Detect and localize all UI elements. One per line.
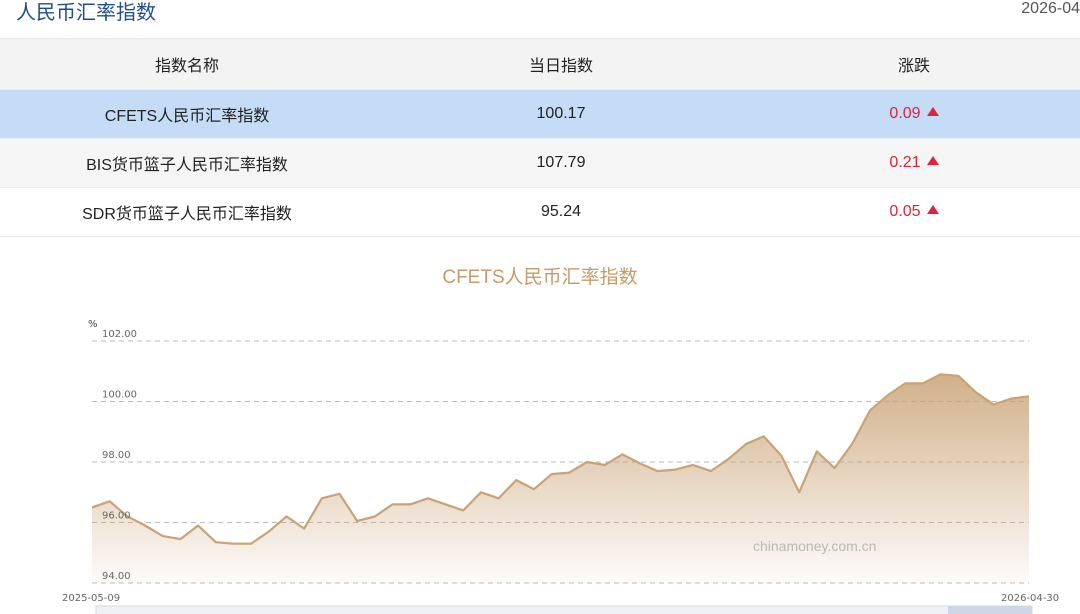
data-point — [109, 500, 111, 502]
data-point — [409, 503, 411, 505]
index-value: 100.17 — [536, 105, 586, 122]
x-end-label: 2026-04-30 — [1001, 593, 1059, 604]
column-header-name: 指数名称 — [154, 58, 219, 75]
data-point — [285, 515, 287, 517]
index-value: 95.24 — [540, 203, 582, 220]
chart-container: CFETS人民币汇率指数 94.00 96.00 98.00 100.00 102.00… — [0, 240, 1080, 614]
up-arrow-icon — [926, 205, 939, 214]
data-point — [551, 473, 553, 475]
data-point — [232, 543, 234, 545]
table-row[interactable]: CFETS人民币汇率指数 100.17 0.09 — [0, 90, 1080, 139]
data-point — [568, 471, 570, 473]
data-point — [922, 382, 924, 384]
data-point — [179, 538, 181, 540]
data-point — [975, 391, 977, 393]
data-point — [992, 403, 994, 405]
y-unit-label: % — [88, 319, 98, 330]
data-point — [462, 509, 464, 511]
zoom-slider-track[interactable] — [95, 605, 1033, 614]
column-header-value: 当日指数 — [528, 58, 593, 75]
page-date: 2026-04 — [1021, 0, 1080, 17]
data-point — [391, 503, 393, 505]
data-point — [674, 468, 676, 470]
table-row[interactable]: SDR货币篮子人民币汇率指数 95.24 0.05 — [0, 188, 1080, 237]
data-point — [497, 497, 499, 499]
change-value: 0.09 — [889, 105, 921, 122]
data-point — [1028, 395, 1030, 397]
data-point — [727, 458, 729, 460]
index-change: 0.21 — [748, 154, 1080, 172]
data-point — [798, 491, 800, 493]
y-tick-label: 102.00 — [102, 329, 137, 340]
data-point — [321, 497, 323, 499]
x-start-label: 2025-05-09 — [62, 593, 120, 604]
data-point — [162, 535, 164, 537]
data-point — [692, 464, 694, 466]
data-point — [338, 493, 340, 495]
table-row[interactable]: BIS货币篮子人民币汇率指数 107.79 0.21 — [0, 139, 1080, 188]
index-change: 0.05 — [748, 203, 1080, 221]
data-point — [833, 467, 835, 469]
data-point — [904, 382, 906, 384]
data-point — [939, 373, 941, 375]
data-point — [444, 503, 446, 505]
data-point — [851, 443, 853, 445]
area-fill — [92, 374, 1029, 583]
y-tick-label: 96.00 — [102, 511, 131, 522]
data-point — [144, 524, 146, 526]
data-point — [957, 375, 959, 377]
table-header-row: 指数名称 当日指数 涨跌 — [0, 39, 1080, 90]
column-header-change: 涨跌 — [897, 58, 930, 75]
data-point — [710, 470, 712, 472]
index-change: 0.09 — [748, 105, 1080, 123]
data-point — [427, 497, 429, 499]
y-tick-label: 98.00 — [102, 450, 131, 461]
data-point — [816, 450, 818, 452]
change-value: 0.21 — [889, 154, 921, 171]
index-value: 107.79 — [536, 154, 586, 171]
data-point — [533, 488, 535, 490]
data-point — [586, 461, 588, 463]
data-point — [303, 527, 305, 529]
data-point — [250, 543, 252, 545]
data-point — [215, 541, 217, 543]
y-tick-label: 94.00 — [102, 571, 131, 582]
data-point — [639, 462, 641, 464]
data-point — [886, 394, 888, 396]
data-point — [869, 409, 871, 411]
data-point — [374, 515, 376, 517]
zoom-slider-handle[interactable] — [948, 606, 1032, 614]
up-arrow-icon — [926, 107, 939, 116]
data-point — [268, 530, 270, 532]
index-table: 指数名称 当日指数 涨跌 CFETS人民币汇率指数 100.17 0.09 BI… — [0, 38, 1080, 237]
data-point — [763, 435, 765, 437]
cfets-index-chart[interactable]: 94.00 96.00 98.00 100.00 102.00% 2025-05-09 20… — [0, 240, 1080, 614]
change-value: 0.05 — [889, 203, 921, 220]
index-name: BIS货币篮子人民币汇率指数 — [86, 157, 288, 174]
data-point — [515, 479, 517, 481]
index-name: SDR货币篮子人民币汇率指数 — [82, 206, 292, 223]
data-point — [604, 464, 606, 466]
data-point — [780, 455, 782, 457]
data-point — [480, 491, 482, 493]
data-point — [1010, 397, 1012, 399]
data-point — [197, 524, 199, 526]
page-title: 人民币汇率指数 — [16, 2, 156, 24]
data-point — [356, 520, 358, 522]
y-tick-label: 100.00 — [102, 390, 137, 401]
up-arrow-icon — [926, 156, 939, 165]
data-point — [657, 470, 659, 472]
data-point — [745, 443, 747, 445]
data-point — [91, 506, 93, 508]
index-name: CFETS人民币汇率指数 — [104, 108, 270, 125]
watermark: chinamoney.com.cn — [753, 538, 876, 554]
data-point — [621, 453, 623, 455]
